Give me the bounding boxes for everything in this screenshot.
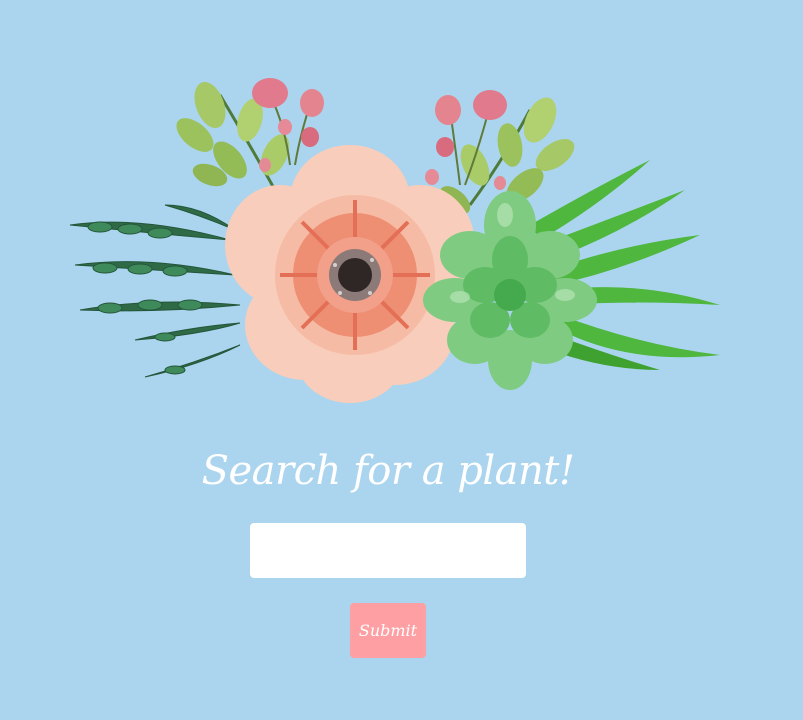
left-fern-icon [69,204,241,378]
submit-button[interactable]: Submit [350,603,426,658]
page-title: Search for a plant! [201,448,575,494]
peach-flower-icon [225,145,475,403]
right-pink-buds-icon [425,90,507,190]
search-input[interactable] [250,523,526,578]
flower-bouquet-illustration [69,78,720,403]
